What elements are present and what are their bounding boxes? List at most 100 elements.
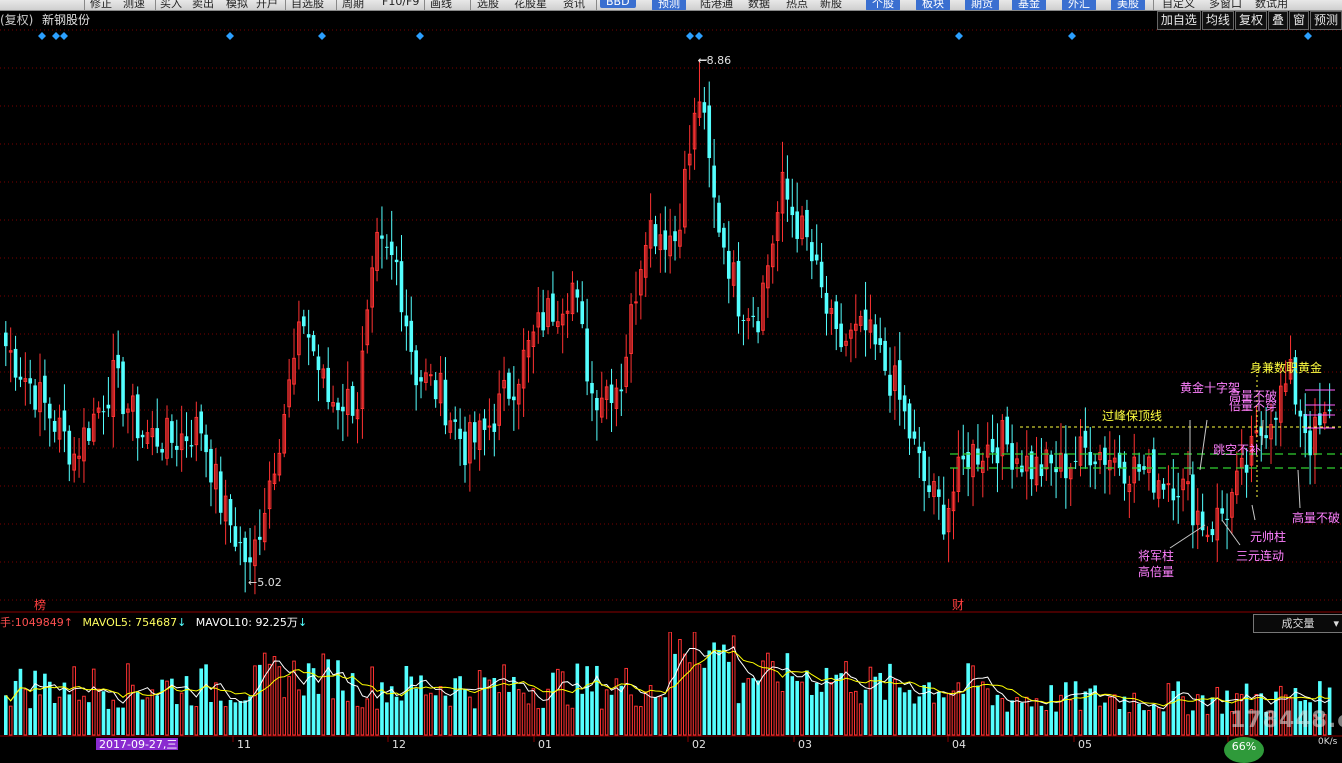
candle-body-down bbox=[609, 384, 614, 403]
candle-body-down bbox=[619, 389, 624, 392]
toolbar-item[interactable]: 修正 bbox=[90, 0, 112, 10]
volume-bar-down bbox=[917, 696, 922, 735]
toolbar-item[interactable]: 买入 bbox=[160, 0, 182, 10]
toolbar-item[interactable]: 花股星 bbox=[514, 0, 547, 10]
volume-bar-down bbox=[805, 670, 809, 735]
volume-bar-down bbox=[863, 689, 868, 735]
toolbar-item[interactable]: 周期 bbox=[342, 0, 364, 10]
candle-body-down bbox=[458, 428, 462, 440]
kline-chart[interactable]: 2017-09-27,三1112010203040506 ←8.86←5.02黄… bbox=[0, 0, 1342, 750]
toolbar-item[interactable]: 卖出 bbox=[192, 0, 214, 10]
volume-bar-up bbox=[981, 681, 985, 736]
toolbar-item[interactable]: 外汇 bbox=[1062, 0, 1096, 10]
annotation-arrow bbox=[1261, 419, 1264, 446]
candle-body-down bbox=[472, 422, 477, 443]
volume-bar-down bbox=[341, 690, 345, 735]
volume-bar-up bbox=[800, 681, 804, 736]
volume-bar-up bbox=[428, 692, 433, 736]
toolbar-item[interactable]: 基金 bbox=[1012, 0, 1046, 10]
volume-bar-down bbox=[101, 691, 106, 735]
toolbar-item[interactable]: 个股 bbox=[866, 0, 900, 10]
toolbar-item[interactable]: 陆港通 bbox=[700, 0, 733, 10]
toolbar-item[interactable]: 数试用 bbox=[1255, 0, 1288, 10]
volume-bar-down bbox=[204, 664, 208, 735]
chart-tool-button[interactable]: 预测 bbox=[1309, 11, 1342, 30]
volume-bar-down bbox=[590, 691, 594, 735]
chart-tool-button[interactable]: 窗 bbox=[1288, 11, 1309, 30]
chart-annotation: 身兼数职黄金 bbox=[1250, 360, 1322, 375]
event-diamonds bbox=[38, 32, 1312, 40]
candle-body-down bbox=[990, 438, 995, 453]
volume-bars bbox=[4, 631, 1332, 736]
candle-body-down bbox=[160, 449, 164, 453]
volume-bar-up bbox=[370, 666, 374, 736]
progress-badge: 66% bbox=[1224, 737, 1264, 763]
volume-bar-down bbox=[140, 699, 145, 735]
toolbar-item[interactable]: 开户 bbox=[256, 0, 278, 10]
start-date-label: 2017-09-27,三 bbox=[99, 738, 177, 750]
chart-tool-button[interactable]: 加自选 bbox=[1156, 11, 1201, 30]
candle-body-down bbox=[1171, 488, 1176, 501]
volume-bar-down bbox=[814, 682, 819, 735]
toolbar-item[interactable]: 数据 bbox=[748, 0, 770, 10]
toolbar-item[interactable]: 选股 bbox=[477, 0, 499, 10]
toolbar-separator bbox=[155, 0, 156, 10]
annotation-arrow bbox=[1221, 519, 1241, 546]
indicator-select[interactable]: 成交量 ▾ bbox=[1253, 614, 1342, 633]
stock-name: 新钢股份 bbox=[42, 13, 91, 27]
volume-bar-up bbox=[262, 652, 267, 736]
volume-bar-down bbox=[751, 678, 756, 735]
candle-body-down bbox=[199, 411, 203, 434]
volume-bar-down bbox=[726, 661, 731, 735]
vol-value: 1049849 bbox=[14, 616, 64, 629]
chart-annotation: 跳空不补 bbox=[1213, 443, 1261, 457]
chart-tool-button[interactable]: 叠 bbox=[1267, 11, 1288, 30]
toolbar-item[interactable]: 资讯 bbox=[563, 0, 585, 10]
toolbar-item[interactable]: 新股 bbox=[820, 0, 842, 10]
candle-body-down bbox=[62, 410, 67, 432]
volume-bar-up bbox=[223, 706, 228, 736]
candle-body-down bbox=[888, 374, 892, 396]
volume-bar-down bbox=[248, 696, 252, 735]
toolbar-item[interactable]: BBD bbox=[600, 0, 636, 8]
toolbar-item[interactable]: 自选股 bbox=[291, 0, 324, 10]
toolbar-item[interactable]: 模拟 bbox=[226, 0, 248, 10]
volume-bar-up bbox=[1215, 686, 1220, 736]
toolbar-item[interactable]: 热点 bbox=[786, 0, 808, 10]
toolbar-item[interactable]: 画线 bbox=[430, 0, 452, 10]
candle-body-down bbox=[1029, 451, 1034, 480]
candle-body-down bbox=[512, 396, 516, 401]
volume-bar-down bbox=[1005, 711, 1010, 735]
candle-body-down bbox=[785, 178, 790, 200]
candle-body-down bbox=[1327, 409, 1332, 412]
candle-body-down bbox=[463, 431, 467, 466]
event-marker: 榜 bbox=[34, 597, 46, 612]
toolbar-item[interactable]: 多窗口 bbox=[1209, 0, 1242, 10]
candle-body-down bbox=[717, 202, 721, 233]
toolbar-separator bbox=[285, 0, 286, 10]
toolbar-item[interactable]: 测速 bbox=[123, 0, 145, 10]
volume-bar-down bbox=[1117, 708, 1122, 735]
volume-bar-up bbox=[82, 695, 86, 736]
volume-bar-down bbox=[67, 694, 72, 735]
chart-annotation: 倍量不穿 bbox=[1229, 398, 1277, 413]
toolbar-item[interactable]: 预测 bbox=[652, 0, 686, 10]
toolbar-item[interactable]: 自定义 bbox=[1162, 0, 1195, 10]
chart-annotation: 将军柱 bbox=[1138, 548, 1174, 563]
toolbar-item[interactable]: 美股 bbox=[1111, 0, 1145, 10]
chart-tool-button[interactable]: 均线 bbox=[1201, 11, 1234, 30]
candle-body-down bbox=[1073, 460, 1078, 462]
volume-bar-down bbox=[116, 707, 120, 735]
toolbar-item[interactable]: 期货 bbox=[965, 0, 999, 10]
toolbar-item[interactable]: 板块 bbox=[916, 0, 950, 10]
toolbar-item[interactable]: F10/F9 bbox=[382, 0, 419, 8]
volume-bar-down bbox=[810, 694, 814, 735]
mavol10-label: MAVOL10: bbox=[195, 616, 252, 629]
volume-bar-up bbox=[1156, 707, 1161, 736]
candle-body-down bbox=[306, 334, 311, 338]
up-arrow-icon: ↑ bbox=[63, 616, 73, 629]
volume-bar-up bbox=[38, 694, 42, 736]
volume-bar-down bbox=[580, 693, 585, 735]
chart-tool-button[interactable]: 复权 bbox=[1234, 11, 1267, 30]
volume-bar-down bbox=[912, 703, 917, 735]
